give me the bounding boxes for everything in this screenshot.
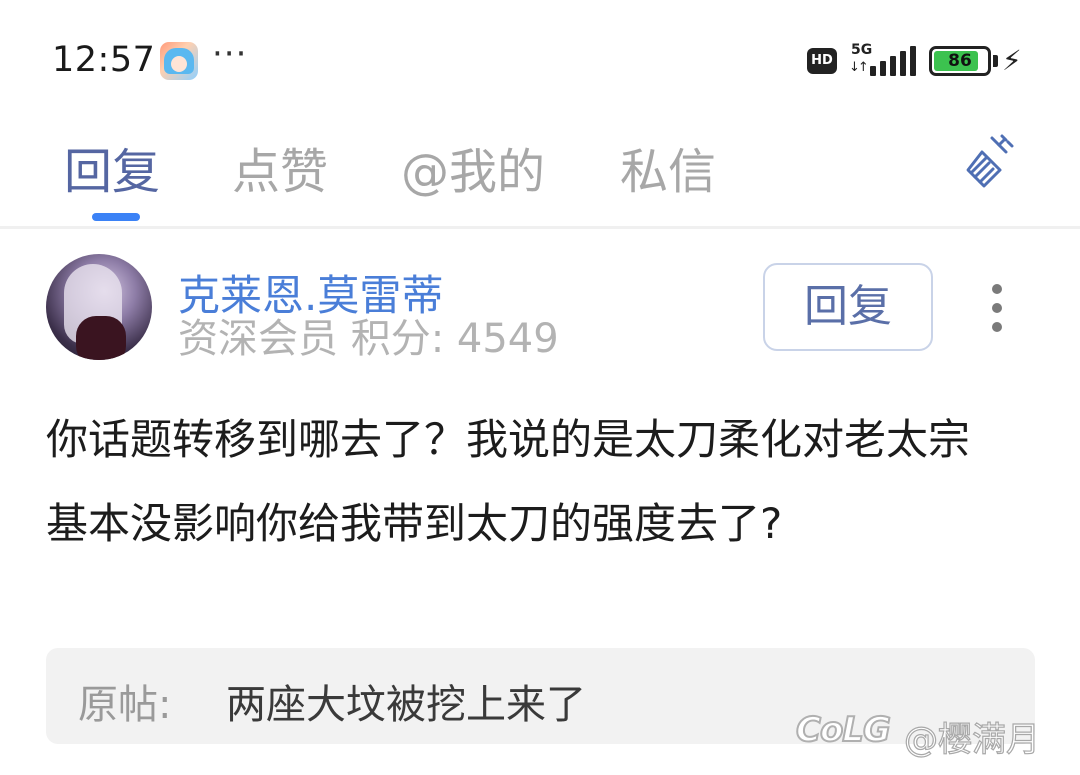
data-activity-icon: ↓↑	[849, 60, 869, 75]
tab-mentions[interactable]: @我的	[401, 132, 545, 202]
status-time: 12:57	[52, 40, 156, 80]
charging-icon: ⚡	[1002, 44, 1022, 77]
more-options-icon[interactable]	[984, 284, 1012, 332]
status-bar: 12:57 ··· HD 5G ↓↑ 86 ⚡	[0, 0, 1080, 120]
avatar[interactable]	[46, 254, 152, 360]
original-post-label: 原帖:	[78, 682, 172, 728]
tab-messages[interactable]: 私信	[620, 132, 716, 202]
reply-content: 你话题转移到哪去了？我说的是太刀柔化对老太宗基本没影响你给我带到太刀的强度去了?	[46, 415, 971, 548]
watermark: CoLG @樱满月	[795, 704, 1066, 764]
battery-cap	[993, 55, 998, 67]
watermark-logo: CoLG	[795, 709, 892, 751]
tab-replies[interactable]: 回复	[64, 132, 160, 202]
battery-icon: 86	[929, 46, 991, 76]
battery-percent: 86	[948, 51, 972, 71]
tab-likes[interactable]: 点赞	[232, 132, 328, 202]
watermark-user: @樱满月	[903, 719, 1040, 760]
signal-strength-icon	[870, 46, 916, 76]
app-notification-icon	[160, 42, 198, 80]
broom-icon[interactable]	[962, 132, 1020, 192]
active-tab-indicator	[92, 213, 140, 221]
user-rank-points: 资深会员 积分: 4549	[178, 316, 559, 362]
original-post-title: 两座大坟被挖上来了	[226, 682, 586, 728]
hd-voice-icon: HD	[807, 48, 837, 74]
notification-tabs: 回复 点赞 @我的 私信	[0, 120, 1080, 225]
notifications-screen: 12:57 ··· HD 5G ↓↑ 86 ⚡ 回复 点赞 @我的 私信 克莱恩…	[0, 0, 1080, 775]
more-notifications-icon: ···	[212, 34, 248, 74]
reply-button[interactable]: 回复	[763, 263, 933, 351]
tabs-divider	[0, 226, 1080, 229]
